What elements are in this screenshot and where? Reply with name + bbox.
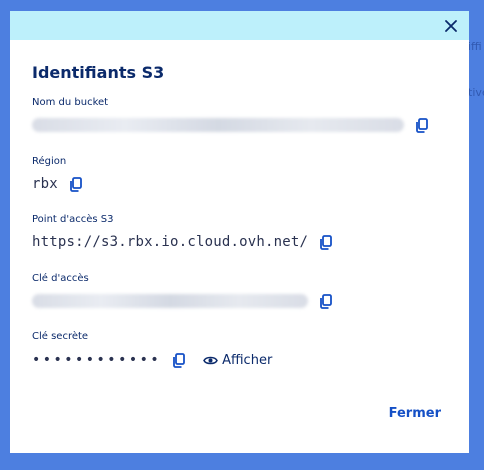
backdrop-text: iffi xyxy=(468,40,482,53)
region-row: rbx xyxy=(32,176,84,192)
close-icon xyxy=(445,20,457,32)
close-modal-button[interactable]: Fermer xyxy=(389,406,441,421)
copy-secret-key-button[interactable] xyxy=(171,352,187,368)
copy-icon xyxy=(173,352,185,368)
access-key-label: Clé d'accès xyxy=(32,273,89,284)
endpoint-value: https://s3.rbx.io.cloud.ovh.net/ xyxy=(32,234,309,250)
s3-credentials-modal: Identifiants S3 Nom du bucket Région rbx… xyxy=(10,11,469,453)
backdrop-text: tive xyxy=(468,86,484,99)
bucket-label: Nom du bucket xyxy=(32,97,109,108)
region-label: Région xyxy=(32,156,67,167)
access-key-row xyxy=(32,293,334,309)
copy-bucket-button[interactable] xyxy=(414,117,430,133)
access-key-value-redacted xyxy=(32,294,308,308)
secret-key-row: •••••••••••• Afficher xyxy=(32,352,272,368)
secret-key-masked: •••••••••••• xyxy=(32,352,162,368)
secret-key-label: Clé secrète xyxy=(32,331,89,342)
show-secret-label: Afficher xyxy=(222,352,273,368)
eye-icon xyxy=(203,356,218,364)
bucket-row xyxy=(32,117,430,133)
endpoint-label: Point d'accès S3 xyxy=(32,214,114,225)
bucket-value-redacted xyxy=(32,118,404,132)
modal-title: Identifiants S3 xyxy=(32,63,165,82)
copy-icon xyxy=(320,234,333,250)
copy-access-key-button[interactable] xyxy=(318,293,334,309)
copy-icon xyxy=(416,117,428,133)
copy-region-button[interactable] xyxy=(68,176,84,192)
copy-endpoint-button[interactable] xyxy=(318,234,334,250)
close-button[interactable] xyxy=(439,14,463,38)
copy-icon xyxy=(320,293,332,309)
modal-header xyxy=(10,11,469,40)
show-secret-button[interactable]: Afficher xyxy=(203,353,272,368)
endpoint-row: https://s3.rbx.io.cloud.ovh.net/ xyxy=(32,234,334,250)
copy-icon xyxy=(69,176,82,192)
region-value: rbx xyxy=(32,176,58,192)
